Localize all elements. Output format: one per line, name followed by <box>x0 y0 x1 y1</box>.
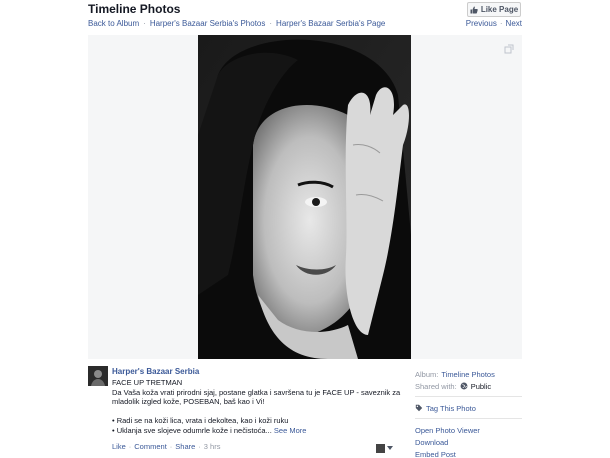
download-row: Download <box>415 436 522 448</box>
album-link[interactable]: Timeline Photos <box>441 370 495 379</box>
download-link[interactable]: Download <box>415 438 448 447</box>
action-separator: · <box>128 442 132 451</box>
share-link[interactable]: Share <box>175 442 195 451</box>
chevron-down-icon <box>387 446 393 450</box>
post-text: FACE UP TRETMAN Da Vaša koža vrati priro… <box>112 378 402 435</box>
globe-icon <box>460 382 468 390</box>
viewer-avatar <box>376 443 385 453</box>
privacy-row: Shared with: Public <box>415 380 522 392</box>
previous-link[interactable]: Previous <box>466 19 497 28</box>
pager-separator: · <box>499 19 503 28</box>
portrait-image <box>198 35 411 359</box>
like-page-button[interactable]: Like Page <box>467 2 521 17</box>
post-line: FACE UP TRETMAN <box>112 378 183 387</box>
album-row: Album: Timeline Photos <box>415 368 522 380</box>
post-actions: Like · Comment · Share · 3 hrs <box>112 442 220 451</box>
next-link[interactable]: Next <box>506 19 522 28</box>
post-bullet-with-more: • Uklanja sve slojeve odumrle kože i neč… <box>112 426 402 436</box>
embed-row: Embed Post <box>415 448 522 458</box>
comment-link[interactable]: Comment <box>134 442 167 451</box>
album-label: Album: <box>415 369 439 379</box>
open-photo-viewer-link[interactable]: Open Photo Viewer <box>415 426 480 435</box>
tag-photo-row[interactable]: Tag This Photo <box>415 402 522 414</box>
thumbs-up-icon <box>470 6 478 13</box>
post-line: Da Vaša koža vrati prirodni sjaj, postan… <box>112 387 401 397</box>
like-link[interactable]: Like <box>112 442 126 451</box>
avatar[interactable] <box>88 366 108 386</box>
shared-with-label: Shared with: <box>415 381 457 391</box>
tag-icon <box>415 404 423 412</box>
privacy-value[interactable]: Public <box>471 382 491 391</box>
open-viewer-row: Open Photo Viewer <box>415 424 522 436</box>
post-bullet: • Radi se na koži lica, vrata i dekoltea… <box>112 416 289 425</box>
action-separator: · <box>169 442 173 451</box>
breadcrumb: Back to Album · Harper's Bazaar Serbia's… <box>88 19 385 28</box>
see-more-link[interactable]: See More <box>274 426 307 435</box>
photo-stage[interactable] <box>88 35 522 359</box>
photo[interactable] <box>198 35 411 359</box>
avatar-image <box>88 366 108 386</box>
page-link[interactable]: Harper's Bazaar Serbia's Page <box>276 19 385 28</box>
expand-icon[interactable] <box>504 44 514 54</box>
embed-post-link[interactable]: Embed Post <box>415 450 456 458</box>
page-title: Timeline Photos <box>88 2 181 16</box>
tag-photo-link[interactable]: Tag This Photo <box>426 404 476 413</box>
post-bullet: • Uklanja sve slojeve odumrle kože i neč… <box>112 425 272 435</box>
timestamp[interactable]: 3 hrs <box>204 442 221 451</box>
photo-sidebar: Album: Timeline Photos Shared with: Publ… <box>415 368 522 458</box>
breadcrumb-separator: · <box>269 19 273 28</box>
post-as-selector[interactable] <box>376 443 396 453</box>
breadcrumb-separator: · <box>143 19 146 28</box>
poster-name-link[interactable]: Harper's Bazaar Serbia <box>112 367 199 376</box>
photo-pager: Previous · Next <box>466 19 522 28</box>
back-to-album-link[interactable]: Back to Album <box>88 19 139 28</box>
like-page-label: Like Page <box>480 5 519 14</box>
post-line: mladolik izgled kože, POSEBAN, baš kao i… <box>112 397 265 406</box>
action-separator: · <box>198 442 201 451</box>
photos-link[interactable]: Harper's Bazaar Serbia's Photos <box>150 19 266 28</box>
divider <box>415 396 522 397</box>
divider <box>415 418 522 419</box>
